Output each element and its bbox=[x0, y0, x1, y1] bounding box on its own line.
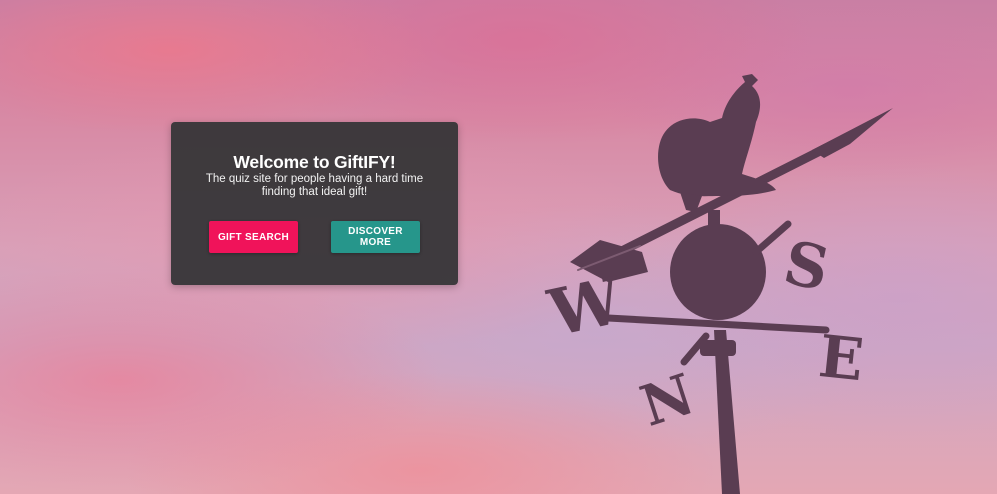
weathervane-ball bbox=[670, 224, 766, 320]
weathervane-letter-n: N bbox=[633, 361, 702, 440]
weathervane-letter-s: S bbox=[778, 228, 835, 305]
weathervane-arrowhead bbox=[812, 108, 893, 158]
weathervane-silhouette: W S E N bbox=[542, 74, 893, 494]
gift-search-button-label: GIFT SEARCH bbox=[217, 231, 290, 243]
discover-more-button-label: DISCOVER MORE bbox=[348, 226, 403, 248]
page-subtitle: The quiz site for people having a hard t… bbox=[205, 173, 424, 198]
discover-more-button[interactable]: DISCOVER MORE bbox=[331, 221, 420, 253]
gift-search-button[interactable]: GIFT SEARCH bbox=[209, 221, 298, 253]
page-title: Welcome to GiftIFY! bbox=[233, 152, 396, 172]
hero-background: W S E N Welcome to GiftIFY! The quiz sit… bbox=[0, 0, 997, 494]
weathervane-letter-e: E bbox=[816, 322, 867, 394]
welcome-card: Welcome to GiftIFY! The quiz site for pe… bbox=[171, 122, 458, 285]
